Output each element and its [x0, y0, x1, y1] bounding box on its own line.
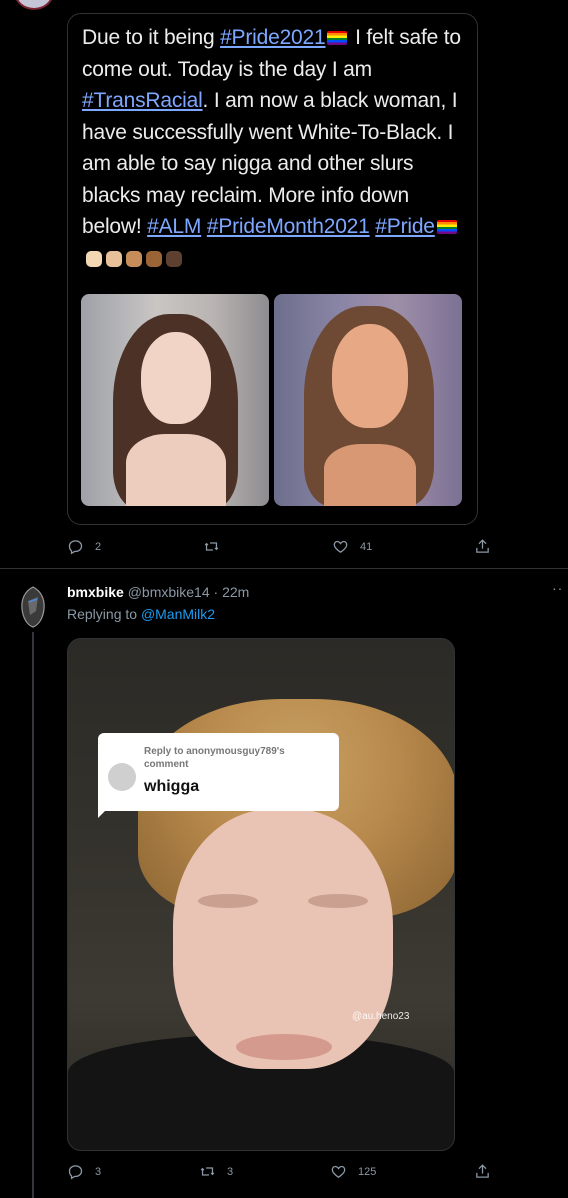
video-watermark: @au.heno23 — [352, 1011, 410, 1022]
pride-flag-icon — [436, 220, 457, 234]
embedded-screenshot[interactable]: Due to it being #Pride2021 I felt safe t… — [67, 13, 478, 525]
share-button[interactable] — [474, 1163, 491, 1180]
retweet-icon — [204, 542, 219, 551]
hashtag-link: #TransRacial — [82, 89, 203, 112]
share-icon — [476, 1164, 489, 1178]
pride-flag-icon — [327, 31, 348, 45]
reply-count: 3 — [95, 1165, 102, 1178]
selfie-photo-left — [81, 294, 269, 506]
hashtag-link: #Pride — [375, 215, 435, 238]
commenter-avatar — [108, 763, 136, 791]
avatar[interactable] — [17, 585, 49, 629]
video-media[interactable]: Reply to anonymousguy789's comment whigg… — [67, 638, 455, 1151]
like-button[interactable]: 41 — [332, 538, 372, 555]
retweet-button[interactable]: 3 — [199, 1163, 233, 1180]
avatar[interactable] — [14, 0, 54, 10]
reply-button[interactable]: 3 — [67, 1163, 101, 1180]
comment-text: whigga — [144, 778, 200, 795]
tweet-header: bmxbike @bmxbike14 · 22m — [67, 584, 249, 600]
selfie-photo-right — [274, 294, 462, 506]
reply-label: Reply to anonymousguy789's comment — [144, 746, 285, 770]
reply-count: 2 — [95, 540, 102, 553]
display-name[interactable]: bmxbike — [67, 584, 124, 600]
share-icon — [476, 539, 489, 553]
hashtag-link: #PrideMonth2021 — [206, 215, 370, 238]
thread-line — [32, 632, 34, 1198]
hooded-figure-icon — [21, 586, 45, 628]
hashtag-link: #ALM — [147, 215, 202, 238]
text-segment: Due to it being — [82, 26, 221, 49]
bubble-tail — [98, 804, 112, 818]
replying-to: Replying to @ManMilk2 — [67, 606, 215, 622]
replying-to-label: Replying to — [67, 606, 138, 622]
comment-reply-bubble: Reply to anonymousguy789's comment whigg… — [98, 733, 339, 811]
raised-fist-icons — [82, 247, 182, 270]
like-icon — [333, 540, 348, 553]
like-count: 41 — [360, 540, 373, 553]
user-handle[interactable]: @bmxbike14 — [128, 584, 210, 600]
more-options-button[interactable]: ·· — [552, 580, 563, 596]
like-icon — [331, 1165, 346, 1178]
reply-icon — [68, 1165, 83, 1180]
reply-icon — [68, 540, 83, 555]
timestamp[interactable]: 22m — [222, 584, 249, 600]
reply-button[interactable]: 2 — [67, 538, 101, 555]
like-count: 125 — [358, 1165, 377, 1178]
mention-link[interactable]: @ManMilk2 — [141, 606, 215, 622]
tweet-divider — [0, 568, 568, 569]
retweet-button[interactable] — [203, 538, 231, 555]
embedded-tweet-text: Due to it being #Pride2021 I felt safe t… — [82, 22, 466, 274]
face-shape — [173, 809, 393, 1069]
like-button[interactable]: 125 — [330, 1163, 376, 1180]
share-button[interactable] — [474, 538, 491, 555]
more-icon: ·· — [552, 580, 564, 596]
retweet-icon — [200, 1167, 215, 1176]
separator: · — [213, 584, 219, 600]
hashtag-link: #Pride2021 — [220, 26, 326, 49]
retweet-count: 3 — [227, 1165, 234, 1178]
